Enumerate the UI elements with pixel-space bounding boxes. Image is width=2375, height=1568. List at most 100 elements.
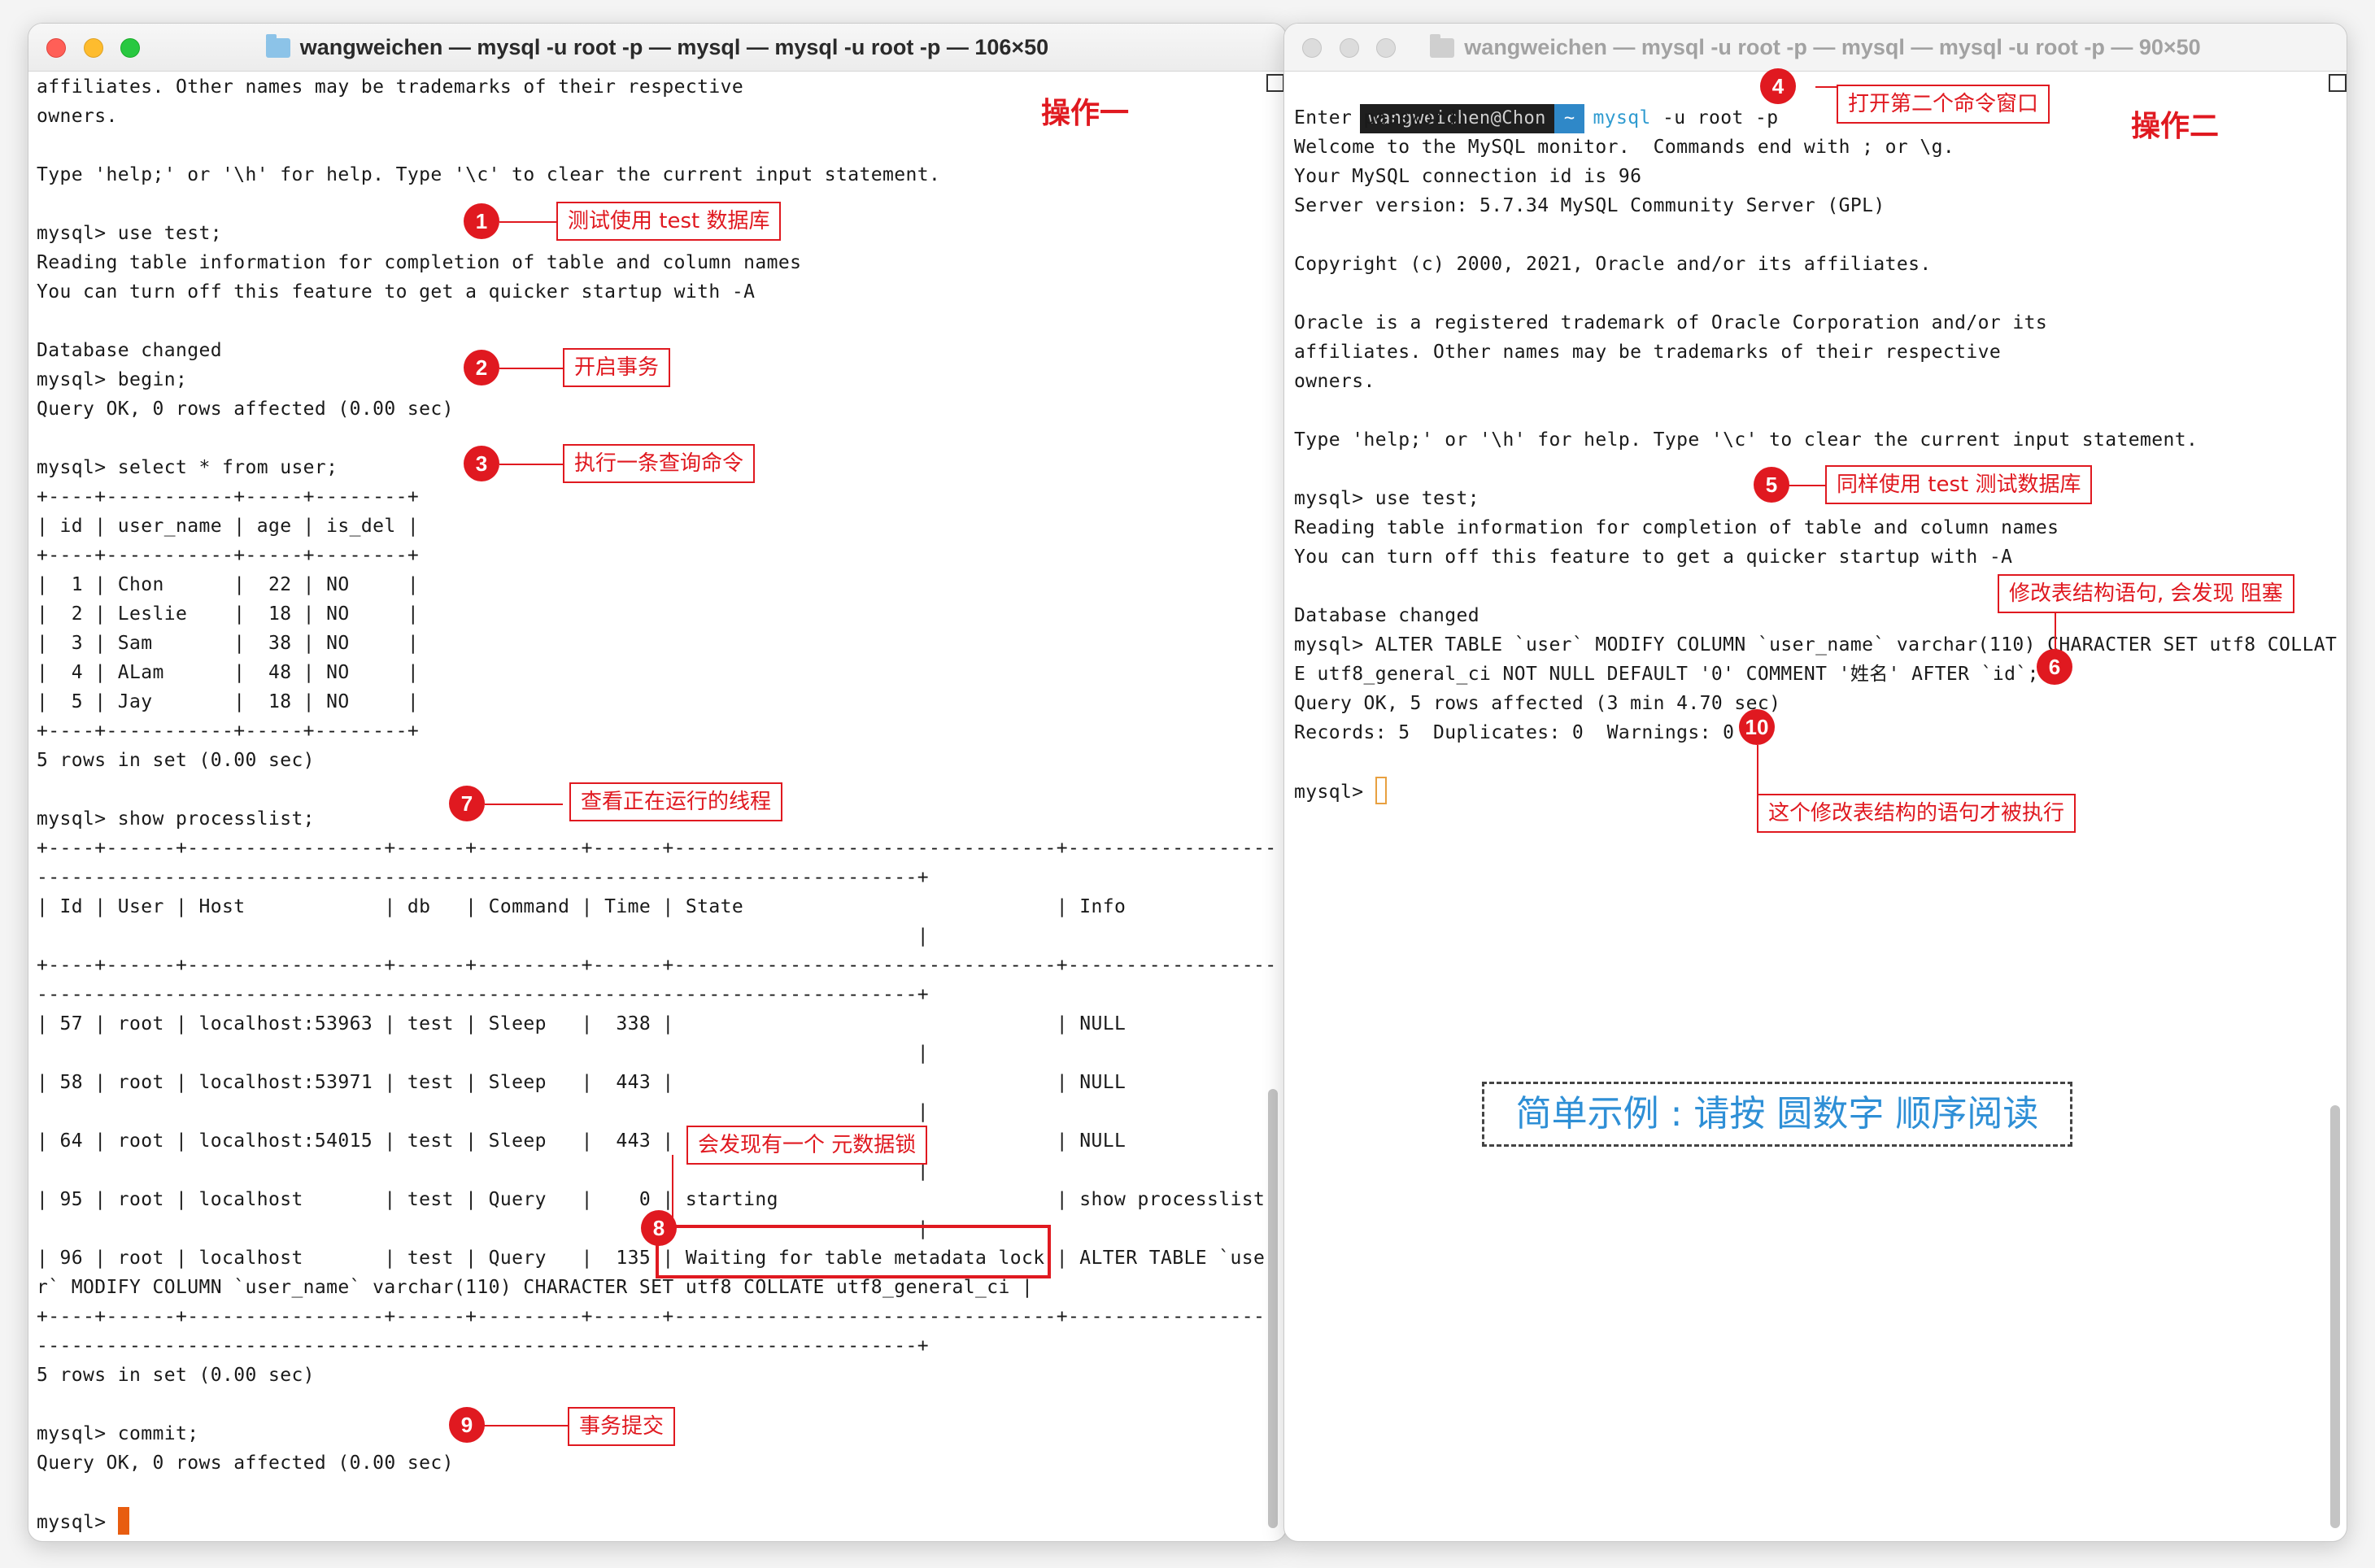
terminal-line: You can turn off this feature to get a q… bbox=[1294, 547, 2013, 568]
terminal-line: mysql> use test; bbox=[1294, 488, 1479, 509]
step-6-label: 修改表结构语句, 会发现 阻塞 bbox=[1998, 574, 2294, 613]
step-5-marker: 5 bbox=[1754, 467, 1789, 503]
terminal-line: affiliates. Other names may be trademark… bbox=[37, 76, 744, 98]
terminal-line: Server version: 5.7.34 MySQL Community S… bbox=[1294, 195, 1885, 216]
terminal-line: | id | user_name | age | is_del | bbox=[37, 516, 420, 537]
terminal-window-right[interactable]: wangweichen — mysql -u root -p — mysql —… bbox=[1283, 23, 2347, 1542]
terminal-line: 5 rows in set (0.00 sec) bbox=[37, 750, 315, 771]
step-6-marker: 6 bbox=[2037, 649, 2072, 685]
terminal-line: Type 'help;' or '\h' for help. Type '\c'… bbox=[1294, 429, 2199, 451]
terminal-line: +----+-----------+-----+--------+ bbox=[37, 486, 420, 507]
terminal-line: Query OK, 5 rows affected (3 min 4.70 se… bbox=[1294, 693, 1781, 714]
prompt-args: -u root -p bbox=[1650, 107, 1779, 128]
text-cursor bbox=[117, 1507, 129, 1535]
terminal-line: Your MySQL connection id is 96 bbox=[1294, 166, 1642, 187]
title-label: wangweichen — mysql -u root -p — mysql —… bbox=[299, 35, 1049, 59]
terminal-line: mysql> ALTER TABLE `user` MODIFY COLUMN … bbox=[1294, 634, 2338, 656]
shell-prompt: wangweichen@Chon ~ mysql -u root -p bbox=[1291, 74, 1778, 133]
terminal-line: Query OK, 0 rows affected (0.00 sec) bbox=[37, 1453, 454, 1474]
terminal-line: +----+-----------+-----+--------+ bbox=[37, 721, 420, 742]
terminal-line: Welcome to the MySQL monitor. Commands e… bbox=[1294, 137, 1955, 158]
terminal-line: +----+------+-----------------+------+--… bbox=[37, 1306, 1277, 1327]
terminal-line: mysql> bbox=[1294, 777, 1387, 806]
step-9-marker: 9 bbox=[449, 1407, 485, 1443]
terminal-line: | 64 | root | localhost:54015 | test | S… bbox=[37, 1130, 1126, 1152]
terminal-line: Database changed bbox=[1294, 605, 1479, 626]
step-10-marker: 10 bbox=[1739, 709, 1775, 745]
title-bar-right[interactable]: wangweichen — mysql -u root -p — mysql —… bbox=[1284, 24, 2347, 72]
terminal-line: | 96 | root | localhost | test | Query |… bbox=[37, 1248, 1266, 1269]
step-2-label: 开启事务 bbox=[563, 348, 671, 387]
step-7-marker: 7 bbox=[449, 786, 485, 821]
split-view-icon[interactable] bbox=[1266, 74, 1284, 92]
step-1-label: 测试使用 test 数据库 bbox=[556, 202, 782, 241]
metadata-lock-highlight bbox=[656, 1225, 1051, 1278]
terminal-line: | 95 | root | localhost | test | Query |… bbox=[37, 1189, 1266, 1210]
operation-2-title: 操作二 bbox=[2131, 110, 2220, 143]
prompt-dir: ~ bbox=[1554, 104, 1585, 133]
terminal-line: | bbox=[37, 1043, 930, 1064]
step-9-label: 事务提交 bbox=[568, 1407, 676, 1446]
terminal-line: +----+------+-----------------+------+--… bbox=[37, 838, 1277, 859]
step-1-marker: 1 bbox=[464, 203, 499, 239]
step-8-label: 会发现有一个 元数据锁 bbox=[686, 1126, 928, 1165]
terminal-line: 5 rows in set (0.00 sec) bbox=[37, 1365, 315, 1386]
terminal-line: | 4 | ALam | 48 | NO | bbox=[37, 662, 420, 683]
terminal-line: Reading table information for completion… bbox=[37, 252, 802, 273]
terminal-line: | bbox=[37, 1101, 930, 1122]
terminal-line: You can turn off this feature to get a q… bbox=[37, 281, 756, 303]
terminal-line: mysql> select * from user; bbox=[37, 457, 338, 478]
step-3-label: 执行一条查询命令 bbox=[563, 444, 756, 483]
terminal-line: +----+-----------+-----+--------+ bbox=[37, 545, 420, 566]
terminal-line: | bbox=[37, 926, 930, 947]
terminal-line: mysql> bbox=[37, 1507, 129, 1536]
terminal-line: E utf8_general_ci NOT NULL DEFAULT '0' C… bbox=[1294, 664, 2039, 685]
terminal-line: | 2 | Leslie | 18 | NO | bbox=[37, 603, 420, 625]
terminal-line: | 58 | root | localhost:53971 | test | S… bbox=[37, 1072, 1126, 1093]
terminal-line: ----------------------------------------… bbox=[37, 1335, 930, 1357]
operation-1-title: 操作一 bbox=[1041, 97, 1130, 130]
terminal-line: Oracle is a registered trademark of Orac… bbox=[1294, 312, 2048, 333]
terminal-line: Reading table information for completion… bbox=[1294, 517, 2059, 538]
terminal-line: | 1 | Chon | 22 | NO | bbox=[37, 574, 420, 595]
terminal-line: ----------------------------------------… bbox=[37, 867, 930, 888]
folder-icon bbox=[265, 34, 290, 58]
terminal-line: mysql> use test; bbox=[37, 223, 222, 244]
terminal-line: | Id | User | Host | db | Command | Time… bbox=[37, 896, 1126, 917]
step-4-label: 打开第二个命令窗口 bbox=[1837, 85, 2050, 124]
scrollbar-right[interactable] bbox=[2330, 1105, 2340, 1528]
step-7-label: 查看正在运行的线程 bbox=[569, 782, 783, 821]
window-title-right: wangweichen — mysql -u root -p — mysql —… bbox=[1284, 24, 2347, 71]
step-2-marker: 2 bbox=[464, 350, 499, 385]
scrollbar-left[interactable] bbox=[1268, 1089, 1278, 1528]
step-4-marker: 4 bbox=[1760, 68, 1796, 104]
step-10-label: 这个修改表结构的语句才被执行 bbox=[1757, 794, 2076, 833]
terminal-line: Records: 5 Duplicates: 0 Warnings: 0 bbox=[1294, 722, 1735, 743]
terminal-line: | 5 | Jay | 18 | NO | bbox=[37, 691, 420, 712]
prompt-bin: mysql bbox=[1593, 107, 1651, 128]
split-view-icon[interactable] bbox=[2329, 74, 2347, 92]
step-8-marker: 8 bbox=[641, 1210, 677, 1246]
terminal-line: mysql> show processlist; bbox=[37, 808, 315, 830]
terminal-line: Query OK, 0 rows affected (0.00 sec) bbox=[37, 399, 454, 420]
window-title-left: wangweichen — mysql -u root -p — mysql —… bbox=[28, 24, 1286, 71]
title-bar-left[interactable]: wangweichen — mysql -u root -p — mysql —… bbox=[28, 24, 1286, 72]
terminal-line: mysql> begin; bbox=[37, 369, 188, 390]
terminal-line: Type 'help;' or '\h' for help. Type '\c'… bbox=[37, 164, 941, 185]
terminal-line: Enter password: bbox=[1294, 107, 1468, 128]
terminal-line: owners. bbox=[1294, 371, 1375, 392]
terminal-line: | 57 | root | localhost:53963 | test | S… bbox=[37, 1013, 1126, 1034]
title-label: wangweichen — mysql -u root -p — mysql —… bbox=[1464, 35, 2201, 59]
terminal-line: mysql> commit; bbox=[37, 1423, 199, 1444]
step-3-marker: 3 bbox=[464, 446, 499, 481]
terminal-line: | 3 | Sam | 38 | NO | bbox=[37, 633, 420, 654]
folder-icon bbox=[1430, 34, 1455, 58]
terminal-line: Database changed bbox=[37, 340, 222, 361]
terminal-line: Copyright (c) 2000, 2021, Oracle and/or … bbox=[1294, 254, 1932, 275]
terminal-line: affiliates. Other names may be trademark… bbox=[1294, 342, 2002, 363]
reading-order-note: 简单示例 : 请按 圆数字 顺序阅读 bbox=[1482, 1082, 2072, 1147]
terminal-line: ----------------------------------------… bbox=[37, 984, 930, 1005]
terminal-line: +----+------+-----------------+------+--… bbox=[37, 955, 1277, 976]
step-5-label: 同样使用 test 测试数据库 bbox=[1825, 465, 2093, 504]
text-cursor bbox=[1375, 777, 1387, 804]
